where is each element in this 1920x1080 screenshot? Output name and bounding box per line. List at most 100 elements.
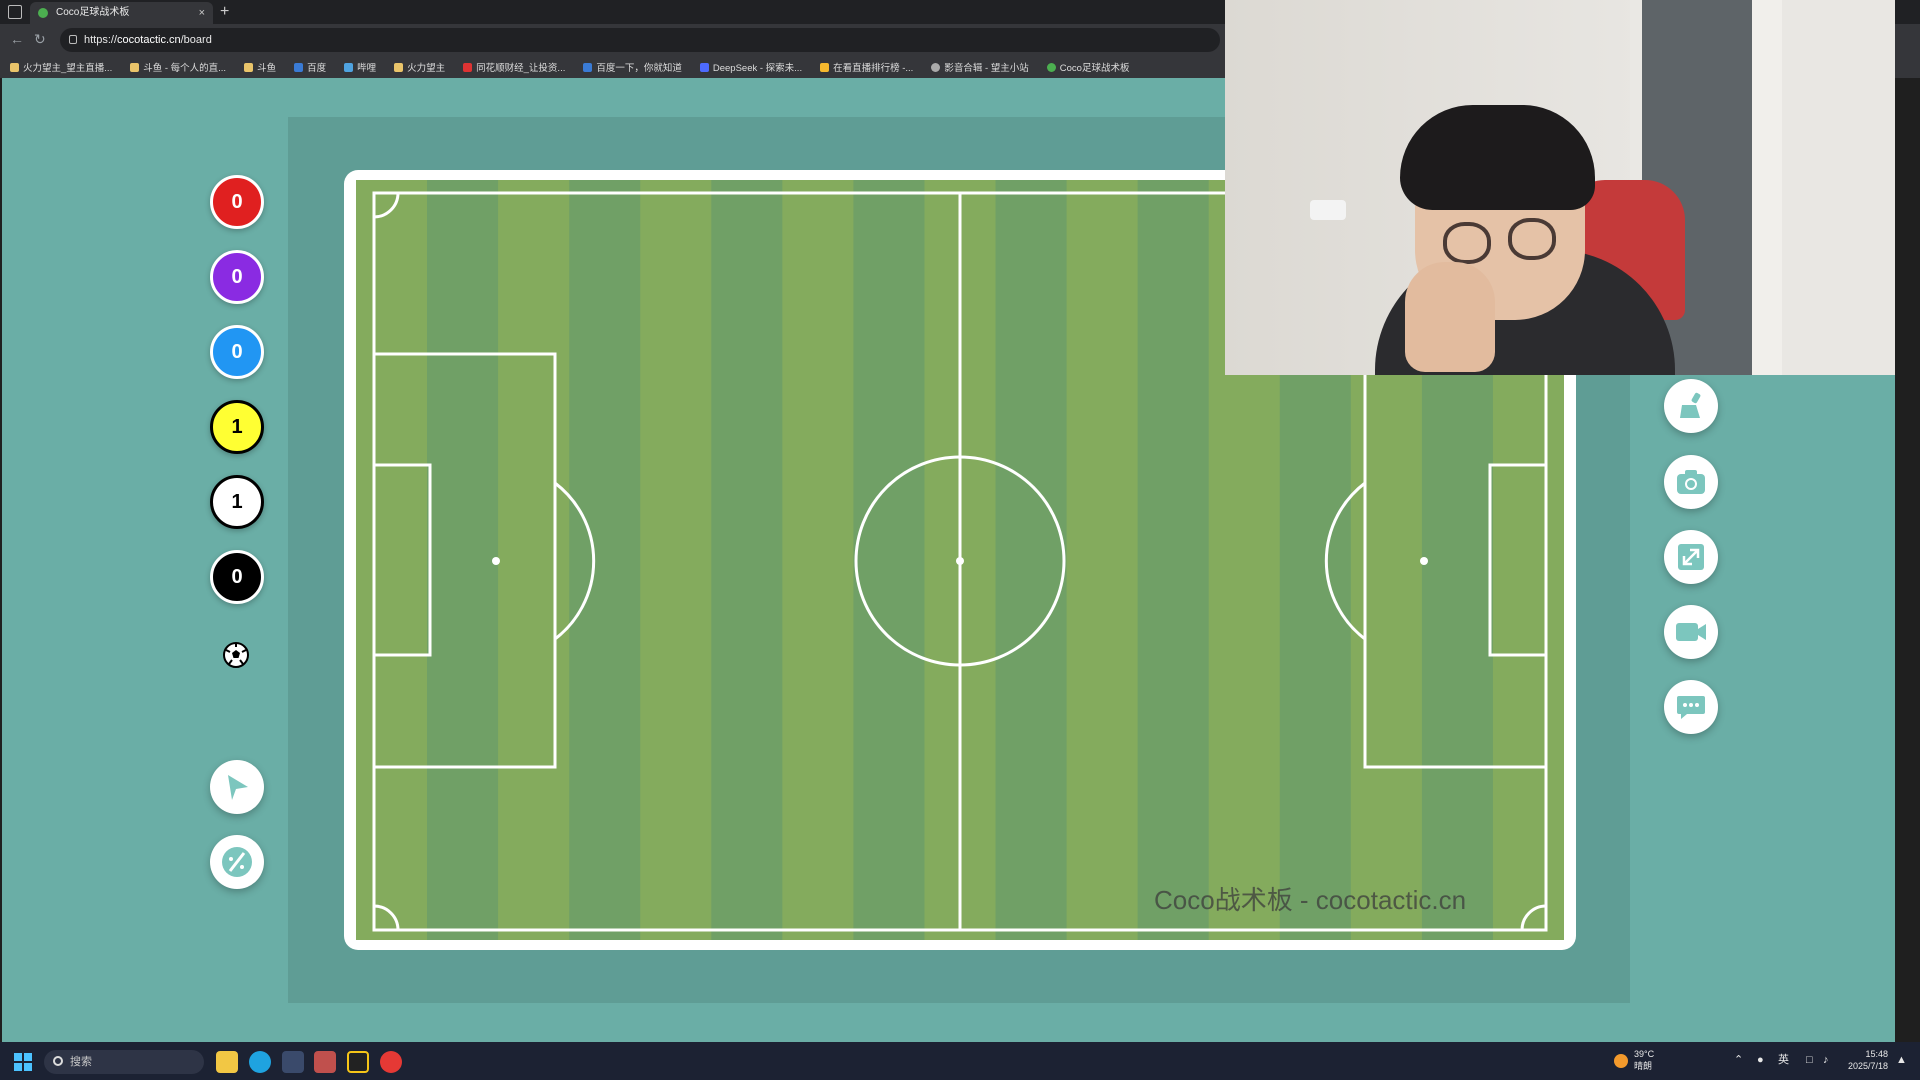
steam-icon[interactable]: [282, 1051, 304, 1073]
edge-browser-icon[interactable]: [249, 1051, 271, 1073]
pitch-stripe: [853, 180, 925, 940]
bookmark-label: Coco足球战术板: [1059, 63, 1130, 74]
webcam-right-wall: [1782, 0, 1895, 375]
browser-tab[interactable]: Coco足球战术板 ×: [30, 2, 213, 24]
pitch-stripe: [1066, 180, 1139, 940]
bookmark-icon: [463, 62, 473, 72]
bookmark-item[interactable]: 在看直播排行榜 -...: [820, 60, 913, 74]
url-field[interactable]: https://cocotactic.cn/board: [60, 28, 1220, 52]
bookmark-item[interactable]: Coco足球战术板: [1046, 60, 1130, 74]
pitch-stripe: [427, 180, 499, 940]
bookmark-item[interactable]: 同花顺财经_让投资...: [463, 60, 565, 74]
bookmark-icon: [130, 62, 140, 72]
tab-close-icon[interactable]: ×: [199, 2, 205, 24]
counter-purple[interactable]: 0: [210, 250, 264, 304]
bookmark-label: 斗鱼 - 每个人的直...: [143, 63, 227, 74]
counter-yellow[interactable]: 1: [210, 400, 264, 454]
bookmark-label: 哔哩: [357, 63, 377, 74]
screenshot-button[interactable]: [1664, 455, 1718, 509]
webcam-glasses: [1443, 222, 1491, 264]
game-app-icon[interactable]: [314, 1051, 336, 1073]
weather-widget[interactable]: 39°C 晴朗: [1634, 1048, 1654, 1072]
bookmark-icon: [699, 62, 709, 72]
weather-sun-icon: [1614, 1054, 1628, 1068]
webcam-lamp: [1310, 200, 1346, 220]
bookmark-icon: [820, 62, 830, 72]
bookmark-label: 火力望主_望主直播...: [23, 63, 113, 74]
netease-music-icon[interactable]: [380, 1051, 402, 1073]
chat-button[interactable]: [1664, 680, 1718, 734]
draw-tool-button[interactable]: [210, 835, 264, 889]
bookmark-label: DeepSeek - 探索未...: [712, 63, 803, 74]
recording-app-icon[interactable]: [347, 1051, 369, 1073]
soccer-ball-icon[interactable]: [222, 641, 250, 669]
counter-white[interactable]: 1: [210, 475, 264, 529]
pitch-stripe: [782, 180, 854, 940]
counter-blue[interactable]: 0: [210, 325, 264, 379]
chat-icon: [1677, 696, 1705, 719]
counter-red[interactable]: 0: [210, 175, 264, 229]
bookmark-item[interactable]: 火力望主: [394, 60, 445, 74]
bookmark-label: 同花顺财经_让投资...: [476, 63, 566, 74]
watermark-text: Coco战术板 - cocotactic.cn: [1154, 885, 1467, 915]
tab-sidebar-icon[interactable]: [8, 5, 22, 19]
network-icon[interactable]: □: [1806, 1054, 1813, 1066]
webcam-person-hand: [1405, 262, 1495, 372]
clock[interactable]: 15:48 2025/7/18: [1848, 1048, 1888, 1072]
bookmark-icon: [244, 62, 254, 72]
bookmark-icon: [294, 62, 304, 72]
select-tool-button[interactable]: [210, 760, 264, 814]
notification-icon[interactable]: ▲: [1896, 1054, 1907, 1066]
record-video-button[interactable]: [1664, 605, 1718, 659]
url-prefix: https://: [84, 34, 118, 46]
bookmark-icon: [10, 62, 19, 72]
broom-icon: [1680, 392, 1701, 418]
bookmark-item[interactable]: 斗鱼: [244, 60, 276, 74]
bookmark-label: 火力望主: [407, 63, 446, 74]
fullscreen-button[interactable]: [1664, 530, 1718, 584]
bookmark-label: 百度: [307, 63, 327, 74]
bookmark-icon: [344, 62, 354, 72]
tab-title: Coco足球战术板: [56, 7, 130, 18]
bookmark-label: 斗鱼: [257, 63, 277, 74]
bookmark-item[interactable]: 百度一下，你就知道: [583, 60, 682, 74]
file-explorer-icon[interactable]: [216, 1051, 238, 1073]
clear-board-button[interactable]: [1664, 379, 1718, 433]
reload-icon[interactable]: ↻: [34, 31, 46, 48]
taskbar-search[interactable]: 搜索: [44, 1050, 204, 1074]
weather-desc: 晴朗: [1634, 1061, 1653, 1071]
pitch-stripe: [356, 180, 428, 940]
bookmark-label: 在看直播排行榜 -...: [833, 63, 914, 74]
bookmark-item[interactable]: 火力望主_望主直播...: [10, 60, 112, 74]
volume-icon[interactable]: ♪: [1823, 1054, 1829, 1066]
bookmark-item[interactable]: 斗鱼 - 每个人的直...: [130, 60, 226, 74]
right-penalty-spot: [1420, 557, 1428, 565]
bookmark-item[interactable]: 哔哩: [344, 60, 376, 74]
back-icon[interactable]: ←: [10, 31, 24, 47]
ime-indicator[interactable]: 英: [1778, 1054, 1789, 1066]
counter-black[interactable]: 0: [210, 550, 264, 604]
tray-chevron-icon[interactable]: ⌃: [1734, 1054, 1743, 1066]
windows-taskbar: 搜索 39°C 晴朗 ⌃ ● 英 □ ♪ 15:48 2025/7/18 ▲: [0, 1042, 1920, 1080]
webcam-glasses: [1508, 218, 1556, 260]
camera-icon: [1677, 470, 1705, 494]
clock-date: 2025/7/18: [1848, 1061, 1889, 1071]
bookmark-item[interactable]: DeepSeek - 探索未...: [699, 60, 803, 74]
webcam-overlay: [1225, 0, 1895, 375]
favicon-icon: [38, 8, 48, 18]
pitch-stripe: [711, 180, 783, 940]
webcam-person-hair: [1400, 105, 1595, 210]
lock-icon: [69, 35, 77, 44]
bookmark-icon: [394, 62, 404, 72]
taskbar-search-placeholder: 搜索: [70, 1056, 92, 1068]
pitch-stripe: [1137, 180, 1210, 940]
microphone-icon[interactable]: ●: [1757, 1054, 1764, 1066]
bookmark-item[interactable]: 影音合辑 - 望主小站: [931, 60, 1029, 74]
pitch-stripe: [640, 180, 712, 940]
center-spot: [956, 557, 964, 565]
new-tab-button[interactable]: +: [220, 2, 229, 22]
bookmark-item[interactable]: 百度: [294, 60, 326, 74]
search-icon: [53, 1056, 63, 1066]
windows-start-icon[interactable]: [14, 1053, 32, 1071]
webcam-door: [1752, 0, 1782, 375]
